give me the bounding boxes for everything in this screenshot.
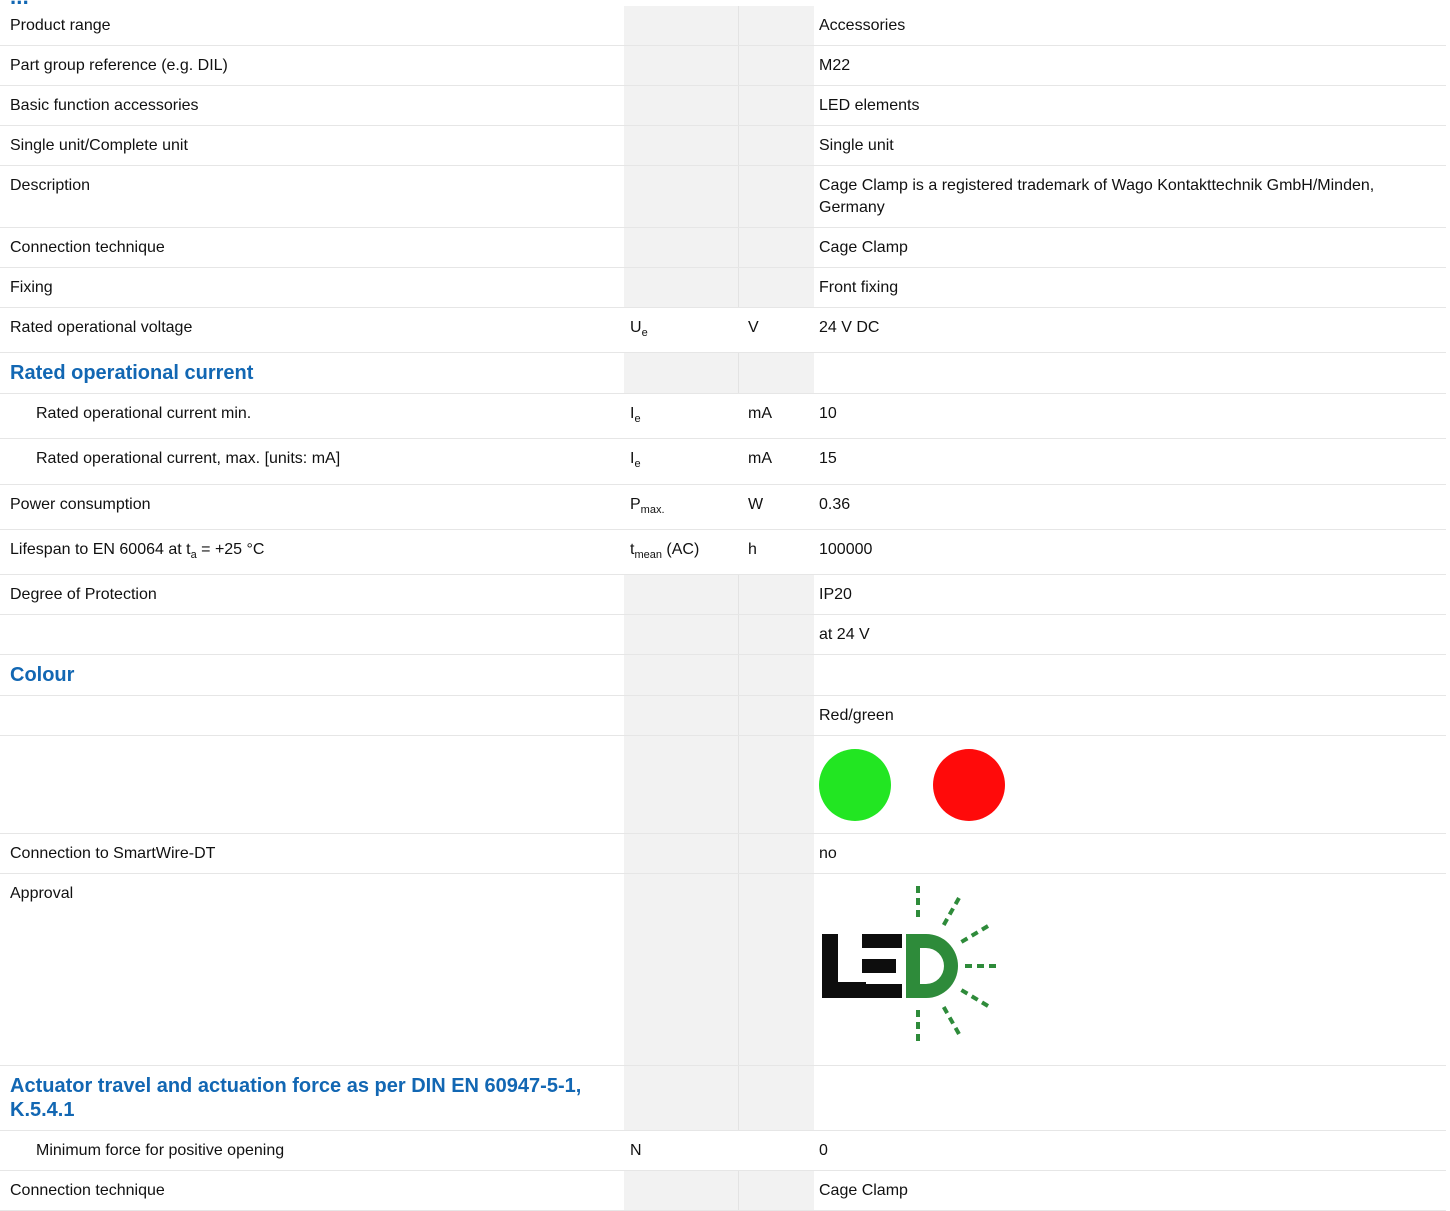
- row-unit: W: [738, 484, 814, 529]
- row-label: Rated operational voltage: [10, 319, 193, 336]
- row-label: Fixing: [10, 279, 53, 296]
- table-row: Description Cage Clamp is a registered t…: [0, 166, 1446, 228]
- row-label: Minimum force for positive opening: [36, 1141, 285, 1159]
- section-heading: Actuator travel and actuation force as p…: [10, 1074, 582, 1121]
- table-row: Rated operational voltage Ue V 24 V DC: [0, 308, 1446, 354]
- row-value: Cage Clamp: [819, 1181, 908, 1199]
- row-label: [0, 696, 624, 735]
- row-value: 0.36: [819, 495, 851, 513]
- row-label: Lifespan to EN 60064 at ta = +25 °C: [10, 540, 265, 561]
- section-heading: Rated operational current: [10, 362, 254, 385]
- row-value: IP20: [819, 585, 852, 603]
- section-header-row: Actuator travel and actuation force as p…: [0, 1065, 1446, 1131]
- table-row: Connection technique Cage Clamp: [0, 1170, 1446, 1211]
- row-label: Approval: [10, 884, 74, 902]
- spec-table: Product range Accessories Part group ref…: [0, 6, 1446, 1211]
- row-symbol: N: [624, 1130, 738, 1170]
- table-row: [0, 735, 1446, 834]
- row-value: Front fixing: [819, 279, 899, 296]
- section-heading: Colour: [10, 663, 75, 686]
- table-row: Red/green: [0, 695, 1446, 736]
- row-symbol: tmean (AC): [624, 529, 738, 574]
- row-label: Product range: [10, 17, 111, 34]
- row-label: Connection technique: [10, 239, 165, 256]
- table-row: Single unit/Complete unit Single unit: [0, 126, 1446, 166]
- table-row: Degree of Protection IP20: [0, 574, 1446, 615]
- row-value: Red/green: [819, 706, 894, 724]
- row-value: M22: [819, 57, 851, 74]
- row-symbol: Pmax.: [624, 484, 738, 529]
- row-value: Cage Clamp: [819, 239, 908, 256]
- row-label: Degree of Protection: [10, 585, 157, 603]
- row-label: Basic function accessories: [10, 97, 199, 114]
- table-row: Minimum force for positive opening N 0: [0, 1130, 1446, 1171]
- table-row: Power consumption Pmax. W 0.36: [0, 484, 1446, 530]
- row-value: no: [819, 844, 837, 862]
- red-led-dot-icon: [933, 748, 1005, 821]
- table-row: Basic function accessories LED elements: [0, 86, 1446, 126]
- table-row: Connection to SmartWire-DT no: [0, 833, 1446, 874]
- row-value: 100000: [819, 540, 873, 558]
- row-label: Connection to SmartWire-DT: [10, 844, 216, 862]
- table-row: Rated operational current min. Ie mA 10: [0, 394, 1446, 440]
- approval-logo: [814, 874, 1446, 1065]
- row-value: 24 V DC: [819, 319, 880, 336]
- row-symbol: Ue: [624, 308, 738, 353]
- row-value: 15: [819, 450, 837, 468]
- row-unit: h: [738, 529, 814, 574]
- section-header-row: Rated operational current: [0, 353, 1446, 395]
- row-label: [0, 615, 624, 654]
- row-label: Power consumption: [10, 495, 151, 513]
- row-value: Accessories: [819, 17, 906, 34]
- row-label: Single unit/Complete unit: [10, 137, 188, 154]
- table-row: Fixing Front fixing: [0, 268, 1446, 308]
- row-value: LED elements: [819, 97, 920, 114]
- row-label: Description: [10, 177, 91, 194]
- row-symbol: Ie: [624, 394, 738, 439]
- row-unit: mA: [738, 439, 814, 484]
- table-row: Product range Accessories: [0, 6, 1446, 46]
- row-value: at 24 V: [819, 625, 870, 643]
- table-row: Lifespan to EN 60064 at ta = +25 °C tmea…: [0, 529, 1446, 575]
- table-row: Part group reference (e.g. DIL) M22: [0, 46, 1446, 86]
- table-row: at 24 V: [0, 614, 1446, 655]
- green-led-dot-icon: [819, 748, 891, 821]
- row-unit: V: [738, 308, 814, 353]
- colour-swatches: [814, 736, 1446, 833]
- led-logo-icon: [822, 885, 996, 1042]
- table-row: Rated operational current, max. [units: …: [0, 439, 1446, 485]
- table-row: Approval: [0, 873, 1446, 1066]
- row-unit: mA: [738, 394, 814, 439]
- row-value: Cage Clamp is a registered trademark of …: [819, 177, 1375, 216]
- section-header-row: Colour: [0, 654, 1446, 696]
- row-symbol: Ie: [624, 439, 738, 484]
- row-value: Single unit: [819, 137, 894, 154]
- row-label: Connection technique: [10, 1181, 165, 1199]
- table-row: Connection technique Cage Clamp: [0, 228, 1446, 268]
- row-label: Part group reference (e.g. DIL): [10, 57, 228, 74]
- row-value: 10: [819, 405, 837, 423]
- row-label: Rated operational current min.: [36, 405, 252, 423]
- row-value: 0: [819, 1141, 828, 1159]
- row-label: Rated operational current, max. [units: …: [36, 450, 341, 468]
